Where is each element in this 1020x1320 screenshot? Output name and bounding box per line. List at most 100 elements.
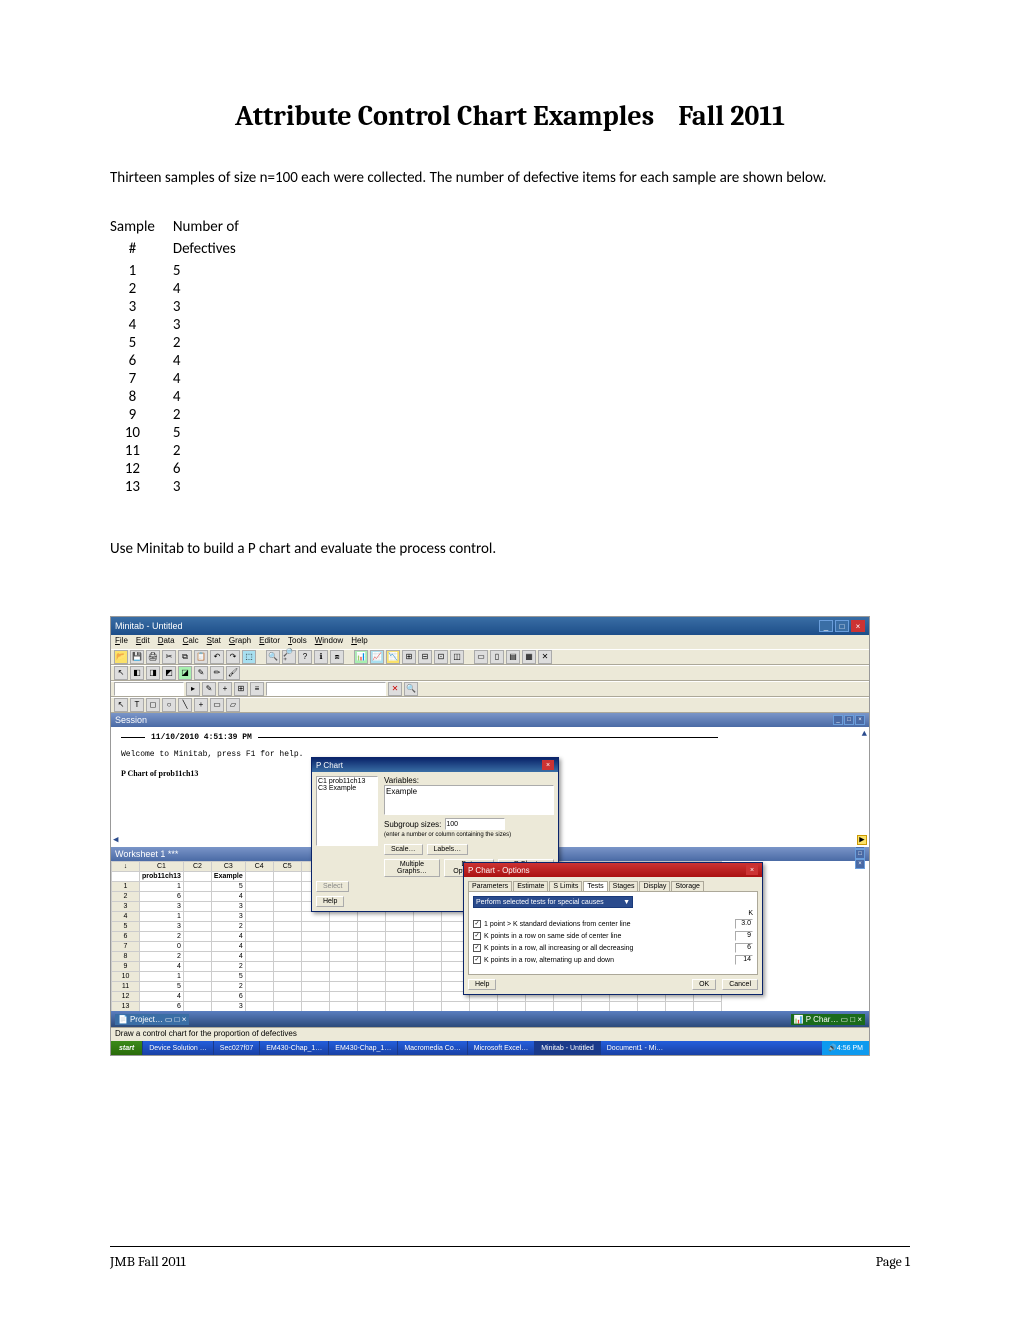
pchart-close-icon[interactable]: ×	[542, 760, 554, 770]
e1-icon[interactable]: ✎	[202, 682, 216, 696]
session-scroll-left-icon[interactable]: ◀	[113, 835, 118, 845]
paste-icon[interactable]: 📋	[194, 650, 208, 664]
s6-icon[interactable]: ✏	[210, 666, 224, 680]
t5-icon[interactable]: +	[194, 698, 208, 712]
vars-box[interactable]: Example	[384, 785, 554, 815]
help-icon[interactable]: ?	[298, 650, 312, 664]
ptr-icon[interactable]: ↖	[114, 698, 128, 712]
k-input[interactable]: 3.0	[735, 919, 753, 929]
copy-icon[interactable]: ⧉	[178, 650, 192, 664]
tab-parameters[interactable]: Parameters	[468, 881, 512, 891]
taskbar-item[interactable]: Macromedia Co…	[397, 1041, 466, 1055]
menu-tools[interactable]: Tools	[288, 636, 307, 648]
b1-icon[interactable]: ⧈	[330, 650, 344, 664]
scale-button[interactable]: Scale…	[384, 844, 423, 855]
t3-icon[interactable]: ○	[162, 698, 176, 712]
cancel-icon[interactable]: ✕	[388, 682, 402, 696]
start-button[interactable]: start	[111, 1041, 142, 1055]
zoom-icon[interactable]: 🔍	[266, 650, 280, 664]
s4-icon[interactable]: ◪	[178, 666, 192, 680]
t6-icon[interactable]: ▭	[210, 698, 224, 712]
session-max-icon[interactable]: □	[844, 715, 854, 725]
tab-stages[interactable]: Stages	[609, 881, 639, 891]
taskbar-item[interactable]: Minitab - Untitled	[534, 1041, 600, 1055]
session-scroll-up-icon[interactable]: ▲	[862, 729, 867, 739]
ws-close-icon[interactable]: ×	[855, 859, 865, 869]
arrow-icon[interactable]: ↖	[114, 666, 128, 680]
save-icon[interactable]: 💾	[130, 650, 144, 664]
labels-button[interactable]: Labels…	[427, 844, 469, 855]
taskbar-item[interactable]: Document1 - Mi…	[600, 1041, 669, 1055]
s1-icon[interactable]: ◧	[130, 666, 144, 680]
win2-icon[interactable]: ▯	[490, 650, 504, 664]
win3-icon[interactable]: ▤	[506, 650, 520, 664]
tab-estimate[interactable]: Estimate	[513, 881, 548, 891]
k-input[interactable]: 6	[735, 943, 753, 953]
select-button[interactable]: Select	[316, 881, 349, 892]
menu-graph[interactable]: Graph	[229, 636, 251, 648]
options-ok-button[interactable]: OK	[692, 979, 716, 990]
go-icon[interactable]: ▸	[186, 682, 200, 696]
tb-input-2[interactable]	[266, 682, 386, 696]
t4-icon[interactable]: ╲	[178, 698, 192, 712]
t1-icon[interactable]: T	[130, 698, 144, 712]
cut-icon[interactable]: ✂	[162, 650, 176, 664]
menu-data[interactable]: Data	[158, 636, 175, 648]
e4-icon[interactable]: ≡	[250, 682, 264, 696]
zoom2-icon[interactable]: 🔍	[404, 682, 418, 696]
ws-max-icon[interactable]: □	[855, 849, 865, 859]
s5-icon[interactable]: ✎	[194, 666, 208, 680]
multigraphs-button[interactable]: Multiple Graphs…	[384, 859, 440, 877]
win4-icon[interactable]: ▦	[522, 650, 536, 664]
tab-slimits[interactable]: S Limits	[549, 881, 582, 891]
options-cancel-button[interactable]: Cancel	[722, 979, 758, 990]
chart4-icon[interactable]: ⊞	[402, 650, 416, 664]
pchart-column-list[interactable]: C1 prob11ch13C3 Example	[316, 776, 378, 846]
close2-icon[interactable]: ✕	[538, 650, 552, 664]
tb-input-1[interactable]	[114, 682, 184, 696]
find-icon[interactable]: 🔎⁺	[282, 650, 296, 664]
menu-calc[interactable]: Calc	[183, 636, 199, 648]
k-input[interactable]: 9	[735, 931, 753, 941]
pchart-help-button[interactable]: Help	[316, 896, 344, 907]
close-icon[interactable]: ×	[851, 620, 865, 632]
chart7-icon[interactable]: ◫	[450, 650, 464, 664]
session-close-icon[interactable]: ×	[855, 715, 865, 725]
s2-icon[interactable]: ◨	[146, 666, 160, 680]
taskbar-item[interactable]: EM430-Chap_1…	[259, 1041, 328, 1055]
undo-icon[interactable]: ↶	[210, 650, 224, 664]
e3-icon[interactable]: ⊞	[234, 682, 248, 696]
pchart-taskbutton[interactable]: 📊 P Char… ▭ □ ×	[791, 1014, 865, 1025]
taskbar-item[interactable]: Device Solution …	[142, 1041, 213, 1055]
chart2-icon[interactable]: 📈	[370, 650, 384, 664]
chart5-icon[interactable]: ⊟	[418, 650, 432, 664]
menu-stat[interactable]: Stat	[207, 636, 221, 648]
checkbox[interactable]: ✓	[473, 944, 481, 952]
menu-file[interactable]: File	[115, 636, 128, 648]
minimize-icon[interactable]: _	[819, 620, 833, 632]
maximize-icon[interactable]: □	[835, 620, 849, 632]
menu-editor[interactable]: Editor	[259, 636, 280, 648]
menu-help[interactable]: Help	[351, 636, 367, 648]
checkbox[interactable]: ✓	[473, 932, 481, 940]
brush-icon[interactable]: 🖌	[226, 666, 240, 680]
tests-dropdown[interactable]: Perform selected tests for special cause…	[473, 896, 633, 908]
project-button[interactable]: 📄 Project… ▭ □ ×	[115, 1014, 189, 1025]
chart3-icon[interactable]: 📉	[386, 650, 400, 664]
info-icon[interactable]: ℹ	[314, 650, 328, 664]
chart6-icon[interactable]: ⊡	[434, 650, 448, 664]
checkbox[interactable]: ✓	[473, 956, 481, 964]
tool-icon[interactable]: ⬚	[242, 650, 256, 664]
tab-tests[interactable]: Tests	[583, 881, 607, 891]
subgroup-input[interactable]	[445, 818, 505, 830]
print-icon[interactable]: 🖨	[146, 650, 160, 664]
e2-icon[interactable]: +	[218, 682, 232, 696]
taskbar-item[interactable]: Microsoft Excel…	[467, 1041, 534, 1055]
redo-icon[interactable]: ↷	[226, 650, 240, 664]
t7-icon[interactable]: ▱	[226, 698, 240, 712]
session-min-icon[interactable]: _	[833, 715, 843, 725]
t2-icon[interactable]: ◻	[146, 698, 160, 712]
taskbar-item[interactable]: EM430-Chap_1…	[328, 1041, 397, 1055]
menu-edit[interactable]: Edit	[136, 636, 150, 648]
options-close-icon[interactable]: ×	[746, 865, 758, 875]
